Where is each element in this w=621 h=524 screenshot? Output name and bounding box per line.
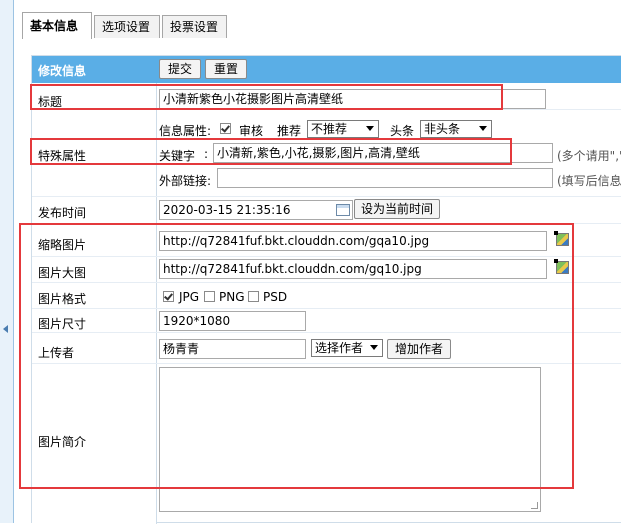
- recommend-label: 推荐: [277, 124, 302, 138]
- external-link-hint: (填写后信息: [557, 174, 621, 188]
- tab-basic-info[interactable]: 基本信息: [22, 12, 92, 39]
- reset-button[interactable]: 重置: [205, 59, 247, 79]
- external-link-input[interactable]: [217, 168, 553, 188]
- headline-label: 头条: [390, 124, 415, 138]
- row-divider: [32, 196, 621, 197]
- chevron-down-icon: [366, 126, 374, 131]
- info-attr-label: 信息属性:: [159, 124, 212, 138]
- left-collapse-strip[interactable]: [0, 0, 14, 523]
- chevron-down-icon: [479, 126, 487, 131]
- recommend-select-value: 不推荐: [311, 122, 348, 136]
- collapse-arrow-icon[interactable]: [3, 325, 8, 333]
- highlight-box-special-attr: [30, 138, 512, 165]
- calendar-icon[interactable]: [336, 204, 350, 216]
- audit-checkbox[interactable]: [220, 123, 231, 134]
- form-header: 修改信息 提交 重置: [32, 56, 621, 83]
- set-current-time-button[interactable]: 设为当前时间: [354, 199, 440, 219]
- headline-select-value: 非头条: [424, 122, 461, 136]
- tab-vote-settings[interactable]: 投票设置: [162, 15, 227, 38]
- form-header-title: 修改信息: [38, 64, 87, 78]
- tab-option-settings[interactable]: 选项设置: [94, 15, 160, 38]
- recommend-select[interactable]: 不推荐: [307, 120, 379, 138]
- publish-time-input[interactable]: 2020-03-15 21:35:16: [159, 200, 353, 220]
- publish-time-label: 发布时间: [38, 206, 87, 220]
- resize-grip-icon[interactable]: [531, 502, 538, 509]
- external-link-label: 外部链接:: [159, 174, 212, 188]
- highlight-box-image-fields: [19, 223, 574, 489]
- highlight-box-title: [30, 84, 503, 110]
- submit-button[interactable]: 提交: [159, 59, 201, 79]
- keyword-hint: (多个请用",": [557, 149, 621, 163]
- headline-select[interactable]: 非头条: [420, 120, 492, 138]
- audit-label: 审核: [239, 124, 264, 138]
